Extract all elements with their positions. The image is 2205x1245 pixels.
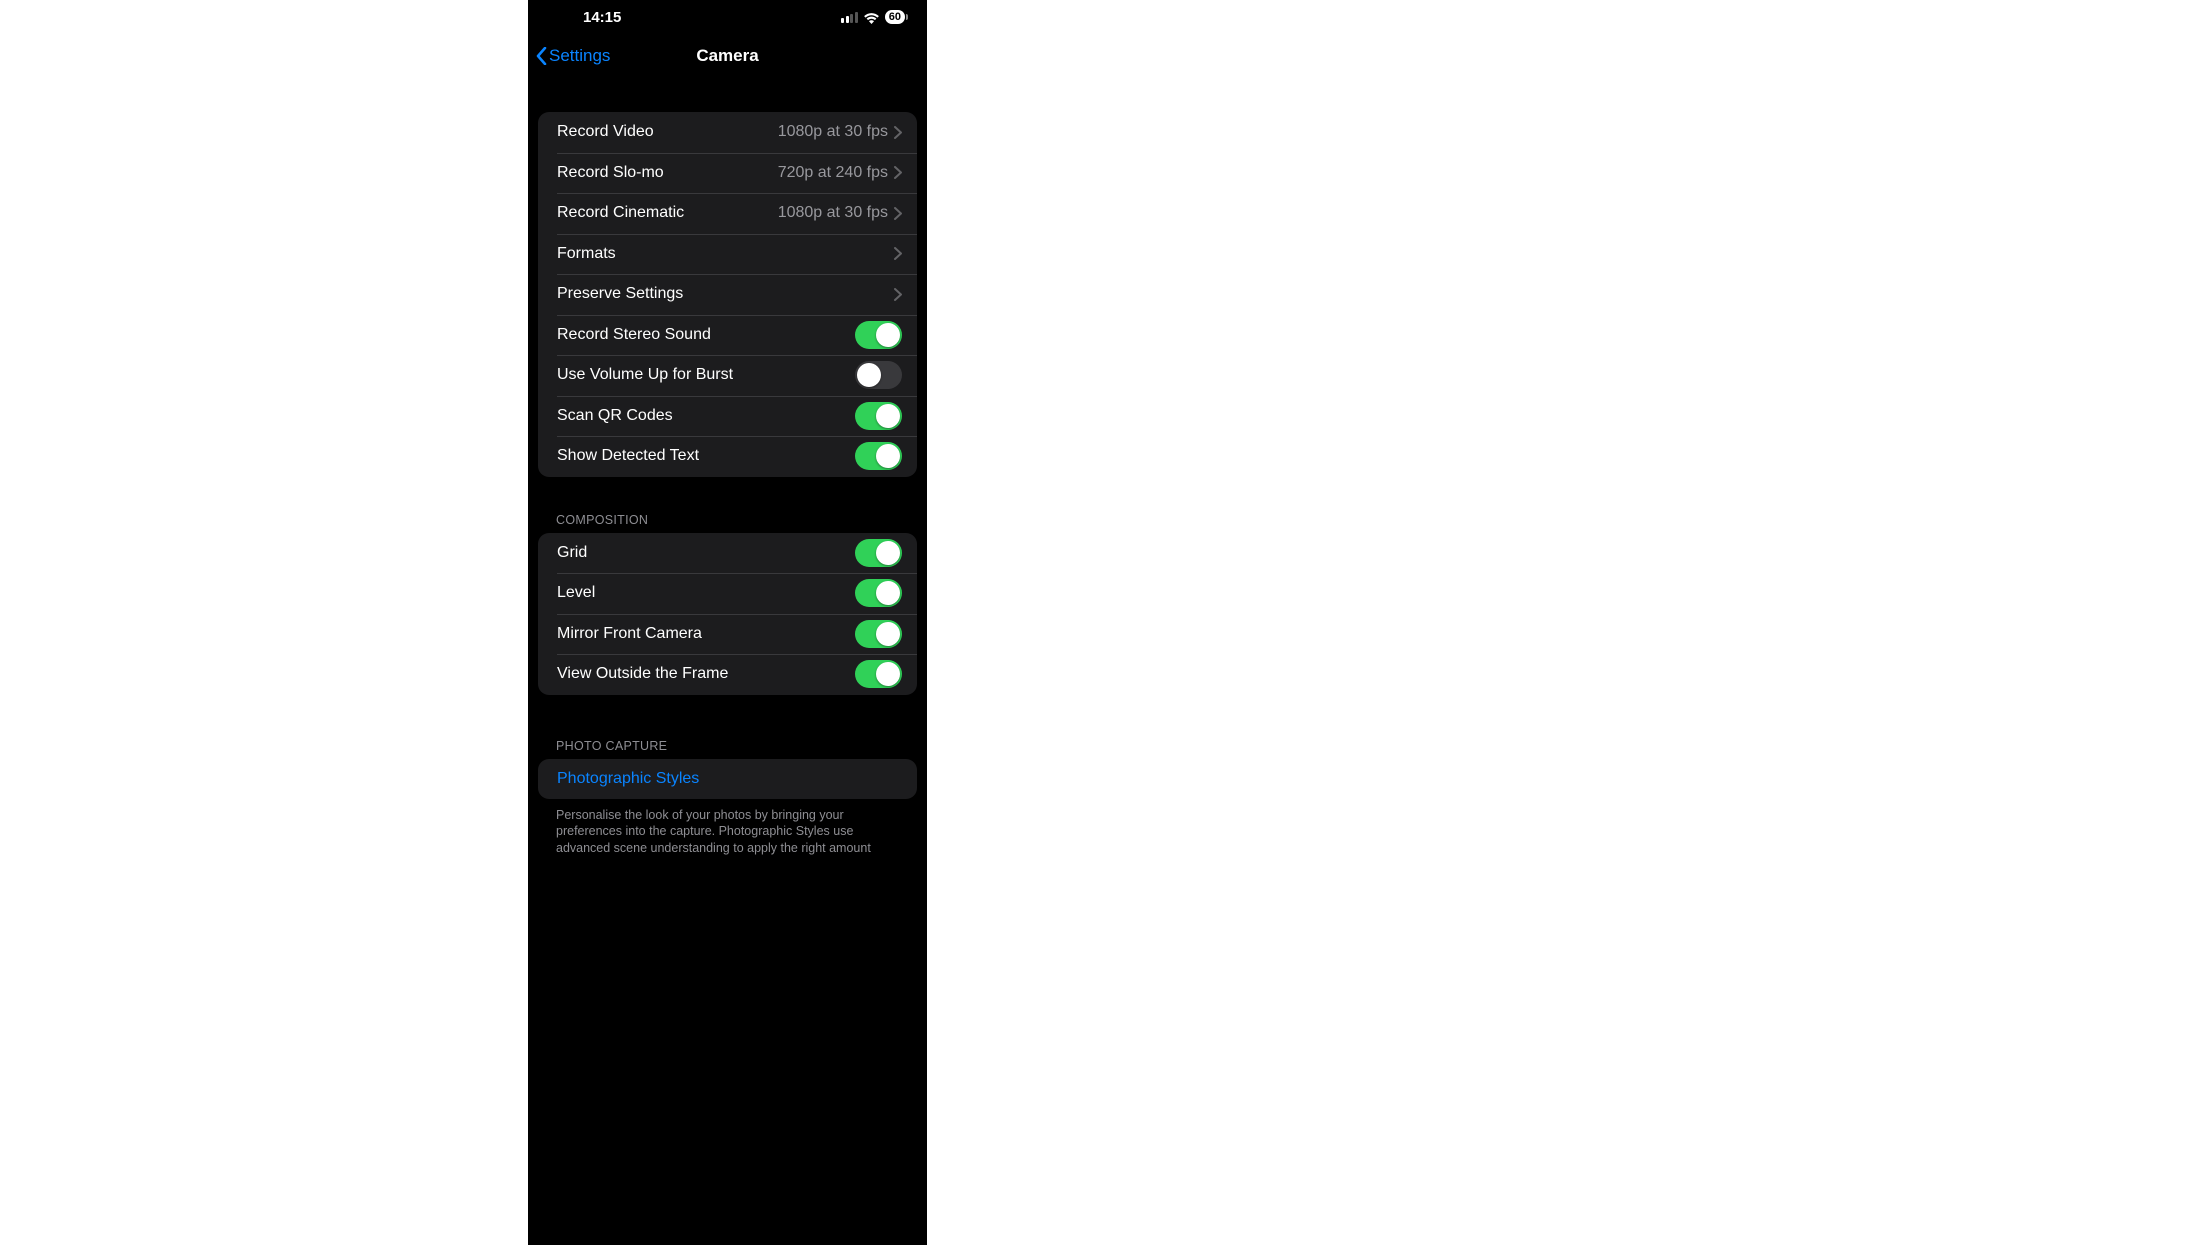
row-label: Preserve Settings [557, 285, 894, 303]
row-label: Mirror Front Camera [557, 625, 855, 643]
row-label: Formats [557, 245, 894, 263]
row-volume-up-burst: Use Volume Up for Burst [538, 355, 917, 396]
toggle-record-stereo-sound[interactable] [855, 321, 902, 349]
row-mirror-front-camera: Mirror Front Camera [538, 614, 917, 655]
row-label: Photographic Styles [557, 770, 902, 788]
row-label: Record Stereo Sound [557, 326, 855, 344]
toggle-scan-qr-codes[interactable] [855, 402, 902, 430]
photographic-styles-footer: Personalise the look of your photos by b… [538, 799, 917, 856]
row-record-slomo[interactable]: Record Slo-mo 720p at 240 fps [538, 153, 917, 194]
back-button[interactable]: Settings [536, 46, 610, 66]
row-formats[interactable]: Formats [538, 234, 917, 275]
row-preserve-settings[interactable]: Preserve Settings [538, 274, 917, 315]
battery-icon: 60 [885, 10, 905, 24]
row-label: Record Video [557, 123, 778, 141]
row-label: Scan QR Codes [557, 407, 855, 425]
row-label: Record Slo-mo [557, 164, 778, 182]
row-record-cinematic[interactable]: Record Cinematic 1080p at 30 fps [538, 193, 917, 234]
status-bar: 14:15 60 [528, 0, 927, 34]
row-label: Use Volume Up for Burst [557, 366, 855, 384]
row-label: Show Detected Text [557, 447, 855, 465]
row-label: View Outside the Frame [557, 665, 855, 683]
group-composition: Grid Level Mirror Front Camera View Outs… [538, 533, 917, 695]
toggle-view-outside-frame[interactable] [855, 660, 902, 688]
row-view-outside-frame: View Outside the Frame [538, 654, 917, 695]
chevron-right-icon [894, 288, 902, 301]
chevron-right-icon [894, 207, 902, 220]
toggle-volume-up-burst[interactable] [855, 361, 902, 389]
iphone-screen: 14:15 60 Settings Camera Record Video [528, 0, 927, 1245]
row-detail: 1080p at 30 fps [778, 123, 888, 141]
toggle-level[interactable] [855, 579, 902, 607]
toggle-grid[interactable] [855, 539, 902, 567]
row-grid: Grid [538, 533, 917, 574]
row-level: Level [538, 573, 917, 614]
row-show-detected-text: Show Detected Text [538, 436, 917, 477]
status-right: 60 [841, 10, 905, 24]
section-header-photo-capture: PHOTO CAPTURE [538, 733, 917, 759]
toggle-show-detected-text[interactable] [855, 442, 902, 470]
nav-bar: Settings Camera [528, 34, 927, 78]
section-header-composition: COMPOSITION [538, 507, 917, 533]
chevron-right-icon [894, 126, 902, 139]
cellular-signal-icon [841, 12, 858, 23]
row-detail: 1080p at 30 fps [778, 204, 888, 222]
row-record-stereo-sound: Record Stereo Sound [538, 315, 917, 356]
chevron-left-icon [536, 47, 547, 65]
chevron-right-icon [894, 166, 902, 179]
row-label: Record Cinematic [557, 204, 778, 222]
status-time: 14:15 [583, 9, 621, 26]
wifi-icon [863, 11, 880, 23]
toggle-mirror-front-camera[interactable] [855, 620, 902, 648]
group-recording: Record Video 1080p at 30 fps Record Slo-… [538, 112, 917, 477]
group-photo-capture: Photographic Styles [538, 759, 917, 800]
row-label: Grid [557, 544, 855, 562]
chevron-right-icon [894, 247, 902, 260]
row-label: Level [557, 584, 855, 602]
row-photographic-styles[interactable]: Photographic Styles [538, 759, 917, 800]
row-detail: 720p at 240 fps [778, 164, 888, 182]
row-scan-qr-codes: Scan QR Codes [538, 396, 917, 437]
back-label: Settings [549, 46, 610, 66]
row-record-video[interactable]: Record Video 1080p at 30 fps [538, 112, 917, 153]
